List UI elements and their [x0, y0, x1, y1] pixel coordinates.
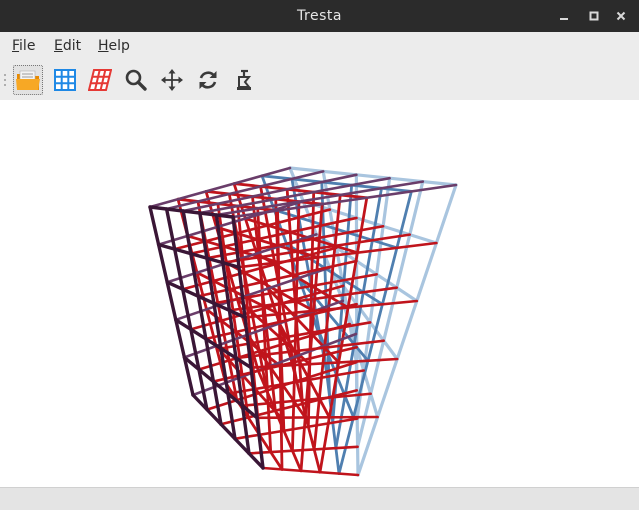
perspective-grid-button[interactable] [85, 65, 115, 95]
toolbar [0, 60, 639, 100]
status-bar [0, 487, 639, 510]
title-bar: Tresta [0, 0, 639, 32]
blue-grid-icon [54, 69, 76, 91]
minimize-button[interactable] [553, 6, 575, 26]
cube-front-layers [148, 205, 265, 470]
cube-edge-depth [255, 415, 379, 420]
zoom-button[interactable] [121, 65, 151, 95]
open-button[interactable] [13, 65, 43, 95]
menu-file[interactable]: File [12, 32, 35, 60]
toolbar-grip-icon[interactable] [3, 72, 7, 88]
wireframe-cube [148, 166, 458, 477]
open-folder-icon [16, 70, 40, 90]
reset-view-button[interactable] [229, 65, 259, 95]
minimize-icon [560, 18, 568, 20]
move-icon [161, 69, 183, 91]
menu-edit-label: dit [62, 38, 82, 54]
maximize-button[interactable] [583, 6, 605, 26]
grid-view-button[interactable] [50, 65, 80, 95]
reset-view-icon [237, 69, 252, 90]
cube-edge-depth [261, 466, 360, 477]
menu-file-label: ile [19, 38, 36, 54]
close-icon [616, 11, 626, 21]
cube-edge-inner [186, 234, 280, 264]
window-title: Tresta [297, 8, 342, 24]
rotate-button[interactable] [193, 65, 223, 95]
menu-help[interactable]: Help [98, 32, 130, 60]
zoom-icon [125, 69, 147, 91]
maximize-icon [589, 11, 599, 21]
menu-bar: File Edit Help [0, 32, 639, 60]
close-button[interactable] [610, 6, 632, 26]
3d-viewport[interactable] [0, 100, 639, 487]
menu-help-mnemonic: H [98, 38, 109, 54]
menu-file-mnemonic: F [12, 38, 20, 54]
move-button[interactable] [157, 65, 187, 95]
menu-edit[interactable]: Edit [54, 32, 81, 60]
menu-help-label: elp [108, 38, 130, 54]
rotate-icon [199, 71, 217, 89]
menu-edit-mnemonic: E [54, 38, 63, 54]
red-grid-icon [88, 69, 112, 91]
